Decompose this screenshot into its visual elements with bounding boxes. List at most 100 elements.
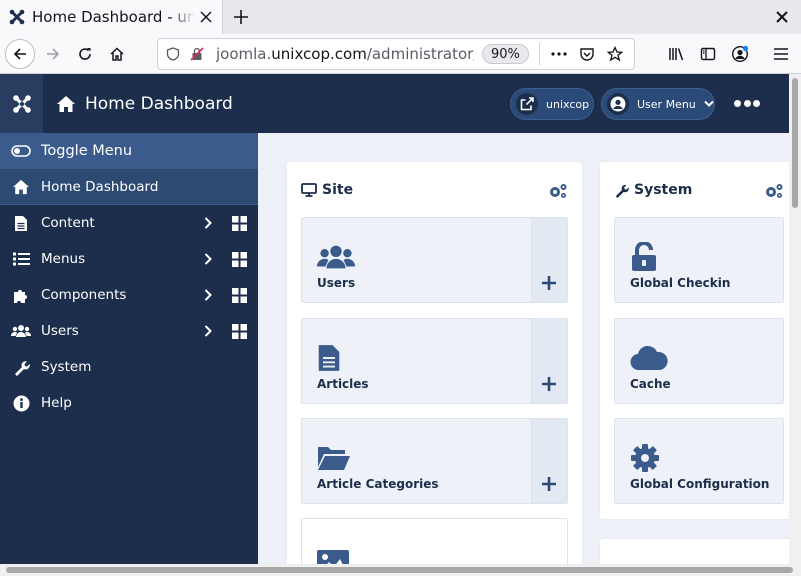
module-label: Global Checkin [630,276,731,290]
insecure-lock-icon[interactable] [186,43,208,65]
address-bar[interactable]: joomla.unixcop.com/administrator/index.p… [157,38,635,70]
desktop-icon [301,183,317,197]
module-cache[interactable]: Cache [614,318,784,404]
zoom-level[interactable]: 90% [482,44,529,64]
module-media[interactable] [301,518,568,564]
tab-close-icon[interactable] [196,7,216,27]
wrench-icon [11,357,31,377]
sidebar-item-label: Help [41,395,72,411]
dashboard-grid-icon[interactable] [231,287,247,303]
module-users[interactable]: Users [301,217,568,303]
site-card-title: Site [301,182,353,198]
users-icon [317,240,357,274]
file-icon [317,341,357,375]
browser-tab[interactable]: Home Dashboard - unixcop [0,0,223,34]
url-text[interactable]: joomla.unixcop.com/administrator/index.p… [216,45,474,63]
sidebar-item-label: System [41,359,92,375]
user-circle-icon [607,93,629,115]
users-icon [11,321,31,341]
horizontal-scroll-thumb[interactable] [6,567,793,573]
forward-button[interactable] [38,39,68,69]
sidebar-item-label: Components [41,287,127,303]
chevron-right-icon[interactable] [200,287,216,303]
site-card-title-text: Site [322,182,354,198]
system-card-title: System [614,182,692,198]
system-card: System Global Checkin Cache Global Confi… [600,162,789,519]
dashboard-grid-icon[interactable] [231,215,247,231]
module-label: Global Configuration [630,477,770,491]
next-card [600,539,789,564]
sidebar-item-label: Content [41,215,95,231]
home-button[interactable] [102,39,132,69]
external-link-icon [516,93,538,115]
page-title-text: Home Dashboard [85,93,233,114]
dashboard-grid-icon[interactable] [231,251,247,267]
reload-button[interactable] [70,39,100,69]
system-card-title-text: System [634,182,693,198]
joomla-favicon-icon [8,8,26,26]
sidebar-toggle-icon[interactable] [693,39,723,69]
sidebar-item-home-dashboard[interactable]: Home Dashboard [0,169,258,205]
sidebar-item-menus[interactable]: Menus [0,241,258,277]
sidebar-item-components[interactable]: Components [0,277,258,313]
add-user-button[interactable] [531,218,567,302]
vertical-scrollbar[interactable] [789,74,801,564]
cogs-icon[interactable] [548,182,568,200]
url-separator [538,43,540,65]
more-options-icon[interactable] [734,93,760,113]
vertical-scroll-thumb[interactable] [792,78,798,208]
sidebar-item-system[interactable]: System [0,349,258,385]
toggle-menu-button[interactable]: Toggle Menu [0,133,258,169]
browser-nav-bar: joomla.unixcop.com/administrator/index.p… [0,34,801,74]
shield-icon[interactable] [162,43,184,65]
bookmark-star-icon[interactable] [604,43,626,65]
dashboard-grid-icon[interactable] [231,323,247,339]
new-tab-icon[interactable] [230,6,252,28]
module-label: Articles [317,377,369,391]
add-article-button[interactable] [531,319,567,403]
module-global-configuration[interactable]: Global Configuration [614,418,784,504]
list-icon [11,249,31,269]
home-icon [57,95,75,112]
sidebar-item-label: Home Dashboard [41,178,159,195]
plus-icon [542,276,556,290]
app-menu-icon[interactable] [766,39,796,69]
chevron-right-icon[interactable] [200,323,216,339]
browser-tab-bar: Home Dashboard - unixcop [0,0,801,34]
sidebar-item-users[interactable]: Users [0,313,258,349]
user-menu-label: User Menu [637,97,696,111]
toggle-menu-label: Toggle Menu [41,143,133,159]
puzzle-icon [11,285,31,305]
module-article-categories[interactable]: Article Categories [301,418,568,504]
file-icon [11,213,31,233]
sidebar-item-help[interactable]: Help [0,385,258,421]
more-actions-icon[interactable] [548,43,570,65]
site-link-label: unixcop [546,97,590,111]
wrench-icon [615,184,629,198]
chevron-right-icon[interactable] [200,251,216,267]
module-articles[interactable]: Articles [301,318,568,404]
cloud-icon [630,341,670,375]
pocket-icon[interactable] [576,43,598,65]
image-icon [317,545,357,564]
page-title: Home Dashboard [56,74,233,133]
account-icon[interactable] [725,39,755,69]
toggle-switch-icon [11,141,31,161]
dashboard-main: Site Users Articles Article Categories S… [258,133,789,564]
back-button[interactable] [5,39,35,69]
unlock-icon [630,240,670,274]
add-category-button[interactable] [531,419,567,503]
user-menu-button[interactable]: User Menu [601,88,715,120]
joomla-logo-icon[interactable] [0,74,43,133]
module-global-checkin[interactable]: Global Checkin [614,217,784,303]
folder-open-icon [317,441,357,475]
library-icon[interactable] [662,39,692,69]
module-label: Users [317,276,356,290]
admin-header: Home Dashboard unixcop User Menu [0,74,789,133]
window-close-icon[interactable] [773,8,791,26]
site-link-button[interactable]: unixcop [510,88,594,120]
cogs-icon[interactable] [764,182,784,200]
sidebar-item-content[interactable]: Content [0,205,258,241]
chevron-right-icon[interactable] [200,215,216,231]
horizontal-scrollbar[interactable] [0,564,801,576]
